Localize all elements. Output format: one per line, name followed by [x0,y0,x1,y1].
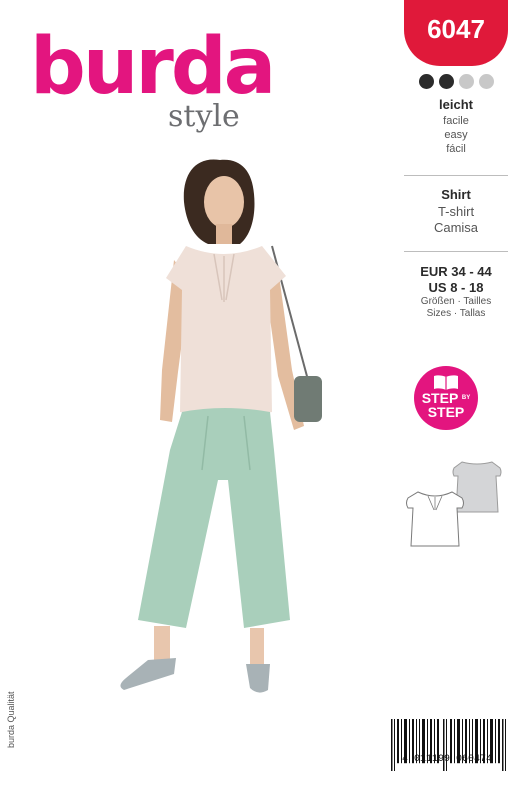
difficulty-label-es: fácil [446,143,466,155]
size-us: US 8 - 18 [428,280,484,295]
difficulty-dot [478,74,494,89]
divider [404,175,508,176]
difficulty-label-en: easy [444,129,468,141]
size-info: EUR 34 - 44 US 8 - 18 Größen · Tailles S… [404,264,508,320]
step-word-2: STEP [427,404,465,420]
pattern-number-badge: 6047 [404,0,508,66]
divider [404,251,508,252]
pattern-number: 6047 [427,14,485,44]
difficulty-dot [458,74,474,89]
garment-label-fr: T-shirt [437,204,475,219]
garment-label-es: Camisa [433,220,479,235]
step-word-1: STEP BY [421,390,471,406]
difficulty-dots [404,74,508,89]
garment-label-de: Shirt [441,187,471,202]
side-text: burda Qualität [6,691,16,748]
logo-brand: burda [30,22,276,112]
burda-style-logo: burda style [30,22,276,132]
logo-sub: style [168,99,240,134]
difficulty-dot [438,74,454,89]
difficulty-label-de: leicht [439,97,473,112]
difficulty-label-fr: facile [443,115,469,127]
book-icon [434,375,458,390]
sketch-front-view [406,491,464,547]
size-label-2: Sizes · Tallas [426,308,486,319]
garment-type: Shirt T-shirt Camisa [404,188,508,236]
model-photo [120,159,322,693]
size-label-1: Größen · Tailles [420,296,492,307]
step-by-step-badge: STEP BY STEP [414,366,478,430]
difficulty-dot [418,74,434,89]
size-eur: EUR 34 - 44 [420,264,492,279]
barcode-number: 4 011199 060474 [401,754,492,765]
difficulty-labels: leicht facile easy fácil [404,98,508,156]
